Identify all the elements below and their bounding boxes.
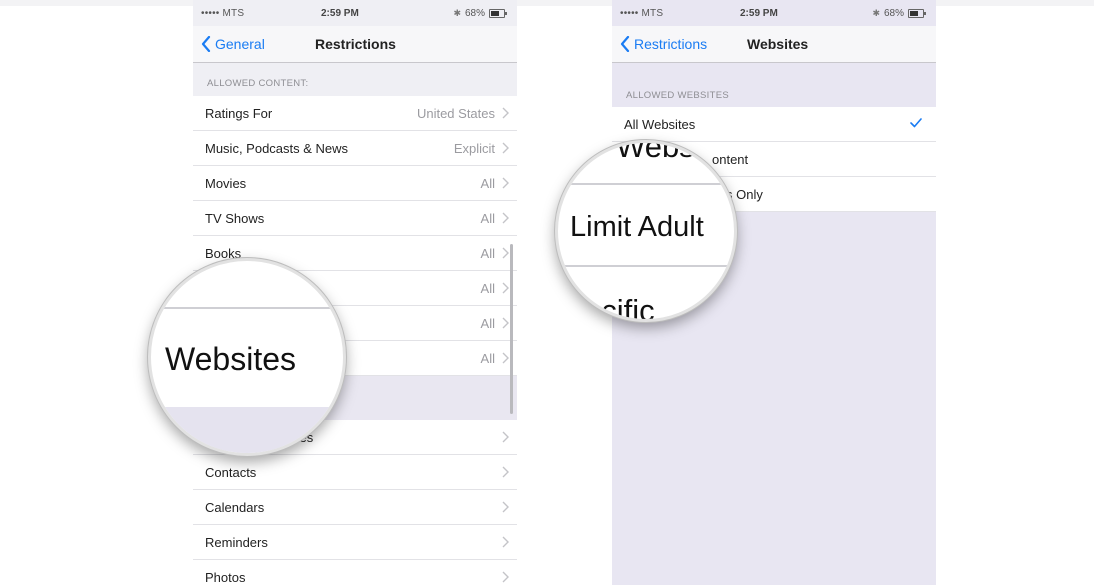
row-value: All <box>480 316 495 331</box>
magnified-label: Websites <box>165 341 297 377</box>
list-item-all-websites[interactable]: All Websites <box>612 107 936 142</box>
list-item-music[interactable]: Music, Podcasts & News Explicit <box>193 131 517 166</box>
magnified-label-bottom: ecific <box>584 293 655 322</box>
battery-percent: 68% <box>464 8 485 19</box>
chevron-right-icon <box>502 431 509 443</box>
back-button[interactable]: Restrictions <box>620 36 707 52</box>
battery-percent: 68% <box>883 8 904 19</box>
row-value: United States <box>416 106 495 121</box>
chevron-right-icon <box>502 536 509 548</box>
bluetooth-icon: ✱ <box>872 8 880 18</box>
list-item-tv-shows[interactable]: TV Shows All <box>193 201 517 236</box>
list-item-ratings[interactable]: Ratings For United States <box>193 96 517 131</box>
divider <box>151 307 343 309</box>
row-label: Movies <box>205 176 247 191</box>
chevron-right-icon <box>502 282 509 294</box>
navigation-bar: Restrictions Websites <box>612 26 936 63</box>
chevron-right-icon <box>502 177 509 189</box>
status-bar: ••••• MTS 2:59 PM ✱ 68% <box>193 8 517 26</box>
clock: 2:59 PM <box>740 8 778 19</box>
row-label: Photos <box>205 570 246 585</box>
row-value: All <box>480 211 495 226</box>
row-label: Ratings For <box>205 106 273 121</box>
checkmark-icon <box>910 118 922 128</box>
list-item-photos[interactable]: Photos <box>193 560 517 585</box>
chevron-right-icon <box>502 571 509 583</box>
page-title: Restrictions <box>315 36 396 52</box>
battery-icon <box>908 9 926 18</box>
magnified-section-gap <box>151 407 343 453</box>
carrier-label: ••••• MTS <box>620 8 664 19</box>
page-title: Websites <box>747 36 809 52</box>
magnifier-websites: Websites <box>148 258 346 456</box>
list-item-contacts[interactable]: Contacts <box>193 455 517 490</box>
row-value: All <box>480 246 495 261</box>
chevron-right-icon <box>502 142 509 154</box>
row-label: Calendars <box>205 500 265 515</box>
battery-indicator: ✱ 68% <box>872 8 926 19</box>
chevron-right-icon <box>502 466 509 478</box>
chevron-left-icon <box>620 36 630 52</box>
chevron-right-icon <box>502 247 509 259</box>
chevron-left-icon <box>201 36 211 52</box>
navigation-bar: General Restrictions <box>193 26 517 63</box>
chevron-right-icon <box>502 212 509 224</box>
back-button[interactable]: General <box>201 36 265 52</box>
row-label: ontent <box>712 152 749 167</box>
chevron-right-icon <box>502 107 509 119</box>
battery-indicator: ✱ 68% <box>453 8 507 19</box>
clock: 2:59 PM <box>321 8 359 19</box>
carrier-label: ••••• MTS <box>201 8 245 19</box>
section-header-allowed-content: ALLOWED CONTENT: <box>207 78 309 89</box>
battery-icon <box>489 9 507 18</box>
row-label: Music, Podcasts & News <box>205 141 349 156</box>
divider <box>558 265 734 267</box>
bluetooth-icon: ✱ <box>453 8 461 18</box>
back-label: Restrictions <box>634 36 708 52</box>
status-bar: ••••• MTS 2:59 PM ✱ 68% <box>612 8 936 26</box>
section-header-allowed-websites: ALLOWED WEBSITES <box>626 90 729 101</box>
magnifier-limit-adult: Webs Limit Adult ecific <box>555 140 737 322</box>
list-item-reminders[interactable]: Reminders <box>193 525 517 560</box>
row-label: Contacts <box>205 465 257 480</box>
magnified-label: Limit Adult <box>570 211 704 243</box>
row-value: Explicit <box>453 141 495 156</box>
row-value: All <box>480 281 495 296</box>
chevron-right-icon <box>502 352 509 364</box>
list-item-movies[interactable]: Movies All <box>193 166 517 201</box>
row-label: TV Shows <box>205 211 265 226</box>
divider <box>558 183 734 185</box>
magnified-label-top: Webs <box>616 140 695 164</box>
row-value: All <box>480 176 495 191</box>
scroll-indicator <box>510 244 513 414</box>
row-label: Reminders <box>205 535 268 550</box>
chevron-right-icon <box>502 317 509 329</box>
chevron-right-icon <box>502 501 509 513</box>
back-label: General <box>215 36 265 52</box>
list-item-calendars[interactable]: Calendars <box>193 490 517 525</box>
row-label: All Websites <box>624 117 696 132</box>
row-value: All <box>480 351 495 366</box>
